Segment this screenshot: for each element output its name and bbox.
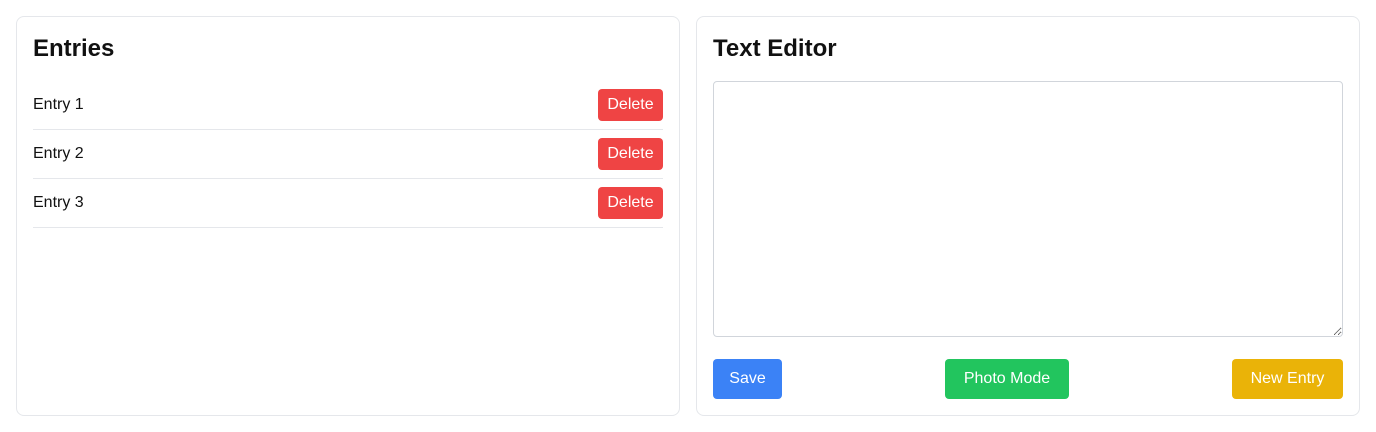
text-editor-title: Text Editor	[713, 35, 837, 62]
entry-row[interactable]: Entry 3 Delete	[33, 179, 663, 228]
new-entry-button[interactable]: New Entry	[1232, 359, 1343, 399]
delete-entry-button[interactable]: Delete	[598, 138, 663, 170]
save-button[interactable]: Save	[713, 359, 782, 399]
text-editor-textarea[interactable]	[713, 81, 1343, 337]
entry-list: Entry 1 Delete Entry 2 Delete Entry 3 De…	[33, 81, 663, 228]
entries-title: Entries	[33, 35, 115, 62]
delete-entry-button[interactable]: Delete	[598, 187, 663, 219]
entry-label: Entry 1	[33, 96, 84, 113]
delete-entry-button[interactable]: Delete	[598, 89, 663, 121]
entries-panel: Entries Entry 1 Delete Entry 2 Delete En…	[16, 16, 680, 416]
editor-actions: Save Photo Mode New Entry	[713, 359, 1343, 399]
text-editor-panel: Text Editor Save Photo Mode New Entry	[696, 16, 1360, 416]
entry-row[interactable]: Entry 2 Delete	[33, 130, 663, 179]
entry-row[interactable]: Entry 1 Delete	[33, 81, 663, 130]
app-layout: Entries Entry 1 Delete Entry 2 Delete En…	[0, 0, 1376, 432]
entry-label: Entry 2	[33, 145, 84, 162]
photo-mode-button[interactable]: Photo Mode	[945, 359, 1069, 399]
entry-label: Entry 3	[33, 194, 84, 211]
